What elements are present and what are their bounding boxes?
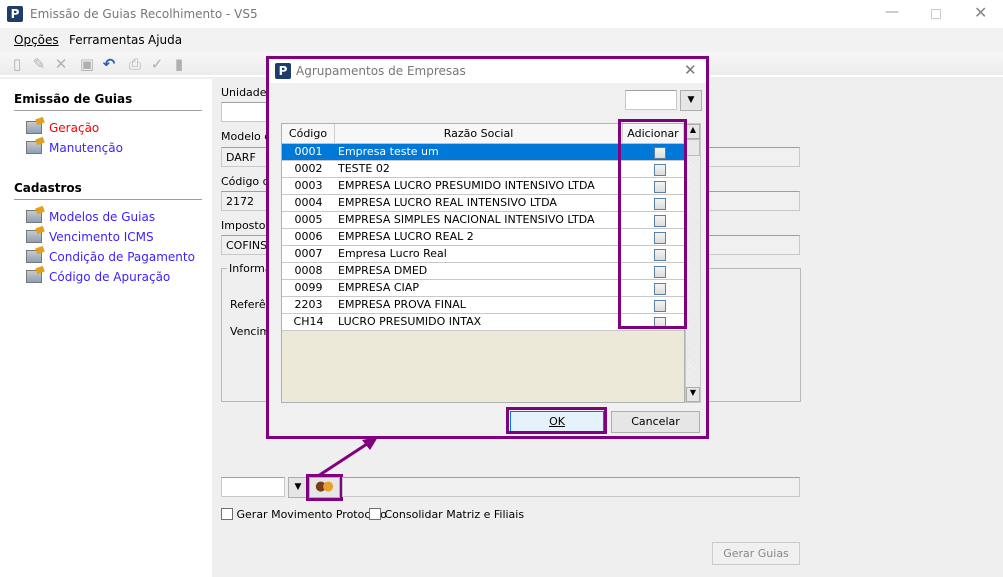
cell-codigo: 0099 [294,281,323,294]
print-icon[interactable]: ⎙ [126,55,144,73]
filter-dropdown-button[interactable]: ▼ [680,90,702,111]
sidebar-item-label: Condição de Pagamento [49,250,195,264]
checkbox-label: Gerar Movimento Protocolo [236,508,387,521]
cell-razao-social: EMPRESA CIAP [338,281,419,294]
cell-razao-social: EMPRESA SIMPLES NACIONAL INTENSIVO LTDA [338,213,595,226]
gerar-guias-button[interactable]: Gerar Guias [712,542,800,565]
consolidar-checkbox[interactable]: Consolidar Matriz e Filiais [369,508,524,521]
new-icon[interactable]: ▯ [8,55,26,73]
sidebar-item-label: Código de Apuração [49,270,171,284]
sidebar-item-vencimento[interactable]: Vencimento ICMS [26,230,154,244]
sidebar-item-label: Vencimento ICMS [49,230,154,244]
cell-razao-social: TESTE 02 [338,162,390,175]
folder-edit-icon [26,230,42,243]
folder-edit-icon [26,250,42,263]
menu-opcoes[interactable]: Opções [14,33,59,47]
folder-edit-icon [26,121,42,134]
scroll-up-button[interactable]: ▲ [686,124,700,139]
cell-razao-social: EMPRESA PROVA FINAL [338,298,466,311]
dialog-title-bar: P Agrupamentos de Empresas ✕ [269,59,706,83]
cell-codigo: 0008 [294,264,323,277]
filter-input[interactable] [625,90,677,110]
folder-edit-icon [26,210,42,223]
cell-codigo: 0001 [294,145,323,158]
folder-edit-icon [26,270,42,283]
gerar-movimento-checkbox[interactable]: Gerar Movimento Protocolo [221,508,387,521]
cell-codigo: 0005 [294,213,323,226]
sidebar-item-manutencao[interactable]: Manutenção [26,141,123,155]
imposto-label: Imposto [221,219,266,232]
cell-razao-social: Empresa teste um [338,145,439,158]
cell-razao-social: EMPRESA LUCRO REAL INTENSIVO LTDA [338,196,557,209]
cell-razao-social: Empresa Lucro Real [338,247,447,260]
section-cadastros: Cadastros [14,181,82,195]
section-emissao: Emissão de Guias [14,92,133,106]
dialog-close-button[interactable]: ✕ [684,61,697,79]
cell-codigo: 0007 [294,247,323,260]
sidebar-item-label: Geração [49,121,100,135]
app-logo-icon: P [275,63,291,79]
menu-ferramentas[interactable]: Ferramentas [69,33,145,47]
cell-codigo: 0003 [294,179,323,192]
highlight-ok-button [506,407,607,434]
checkbox[interactable] [221,508,233,520]
window-title: Emissão de Guias Recolhimento - VS5 [30,7,258,21]
cell-codigo: CH14 [293,315,324,328]
app-logo-icon: P [7,6,23,22]
sidebar-item-geracao[interactable]: Geração [26,121,99,135]
check-icon[interactable]: ✓ [148,55,166,73]
cell-razao-social: LUCRO PRESUMIDO INTAX [338,315,482,328]
dialog-title: Agrupamentos de Empresas [296,64,466,78]
cell-razao-social: EMPRESA DMED [338,264,428,277]
delete-icon[interactable]: ✕ [52,55,70,73]
highlight-adicionar-column [618,119,687,329]
minimize-button[interactable]: — [885,4,899,20]
scroll-down-button[interactable]: ▼ [686,387,700,402]
cell-codigo: 0002 [294,162,323,175]
column-header-razao-social[interactable]: Razão Social [335,124,623,144]
menu-ajuda[interactable]: Ajuda [148,33,182,47]
menu-bar: Opções Ferramentas Ajuda [0,28,1003,52]
undo-icon[interactable]: ↶ [100,55,118,73]
folder-edit-icon [26,141,42,154]
sidebar-item-codigo-apuracao[interactable]: Código de Apuração [26,270,170,284]
scroll-thumb[interactable] [686,139,700,156]
edit-icon[interactable]: ✎ [30,55,48,73]
agrupamentos-dialog: P Agrupamentos de Empresas ✕ ▼ Código Ra… [266,56,709,439]
sidebar-item-modelos[interactable]: Modelos de Guias [26,210,155,224]
cell-razao-social: EMPRESA LUCRO REAL 2 [338,230,474,243]
cell-razao-social: EMPRESA LUCRO PRESUMIDO INTENSIVO LTDA [338,179,595,192]
annotation-arrow [317,437,378,478]
empresa-name-field [342,477,800,497]
sidebar-item-condicao[interactable]: Condição de Pagamento [26,250,195,264]
sidebar-item-label: Manutenção [49,141,123,155]
cancel-button[interactable]: Cancelar [611,411,700,433]
sidebar: Emissão de Guias Geração Manutenção Cada… [0,79,212,577]
close-button[interactable]: ✕ [974,3,987,22]
cell-codigo: 0004 [294,196,323,209]
checkbox-label: Consolidar Matriz e Filiais [384,508,525,521]
divider [14,199,202,200]
cell-codigo: 0006 [294,230,323,243]
checkbox[interactable] [369,508,381,520]
title-bar: P Emissão de Guias Recolhimento - VS5 — … [0,0,1003,28]
column-header-codigo[interactable]: Código [282,124,335,144]
save-icon[interactable]: ▣ [78,55,96,73]
maximize-button[interactable] [931,9,941,19]
cell-codigo: 2203 [294,298,323,311]
sidebar-item-label: Modelos de Guias [49,210,156,224]
divider [14,110,202,111]
empresa-input[interactable] [221,477,285,497]
grid-scrollbar[interactable]: ▲ ▼ [685,123,701,403]
document-icon[interactable]: ▮ [170,55,188,73]
